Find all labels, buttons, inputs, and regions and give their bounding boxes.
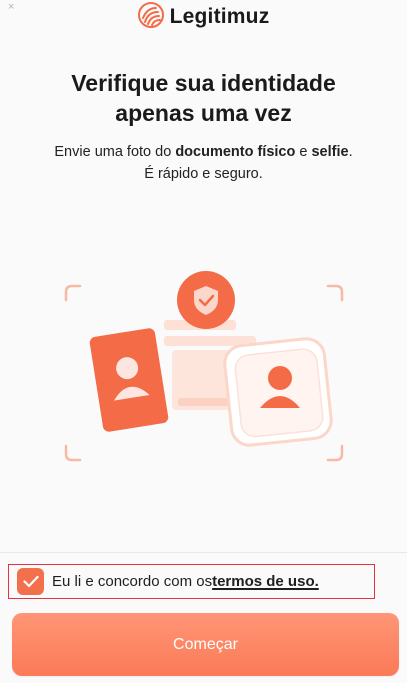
title-line-2: apenas uma vez — [115, 100, 292, 126]
subtitle-line-1: Envie uma foto do documento físico e sel… — [0, 141, 407, 163]
terms-consent[interactable]: Eu li e concordo com os termos de uso. — [8, 564, 375, 599]
shield-check-icon — [177, 271, 235, 329]
title-line-1: Verifique sua identidade — [71, 70, 336, 96]
subtitle-text: Envie uma foto do — [54, 144, 176, 160]
subtitle-text: . — [348, 144, 353, 160]
start-button[interactable]: Começar — [12, 613, 399, 676]
subtitle-text: e — [295, 144, 312, 160]
terms-link[interactable]: termos de uso. — [212, 573, 319, 590]
check-icon — [22, 575, 39, 588]
id-card-icon — [89, 328, 169, 432]
terms-text: Eu li e concordo com os — [52, 573, 213, 590]
subtitle-line-2: É rápido e seguro. — [144, 166, 263, 182]
divider — [0, 552, 407, 553]
header: Legitimuz — [0, 0, 407, 34]
identity-illustration — [60, 266, 350, 466]
brand: Legitimuz — [137, 1, 270, 33]
subtitle-document: documento físico — [175, 144, 296, 160]
fingerprint-icon — [137, 1, 164, 33]
subtitle-selfie: selfie — [311, 144, 349, 160]
page-subtitle: Envie uma foto do documento físico e sel… — [0, 141, 407, 185]
brand-name: Legitimuz — [169, 5, 270, 28]
terms-checkbox[interactable] — [17, 568, 44, 595]
selfie-frame-icon — [223, 337, 333, 447]
page-title: Verifique sua identidade apenas uma vez — [0, 68, 407, 128]
